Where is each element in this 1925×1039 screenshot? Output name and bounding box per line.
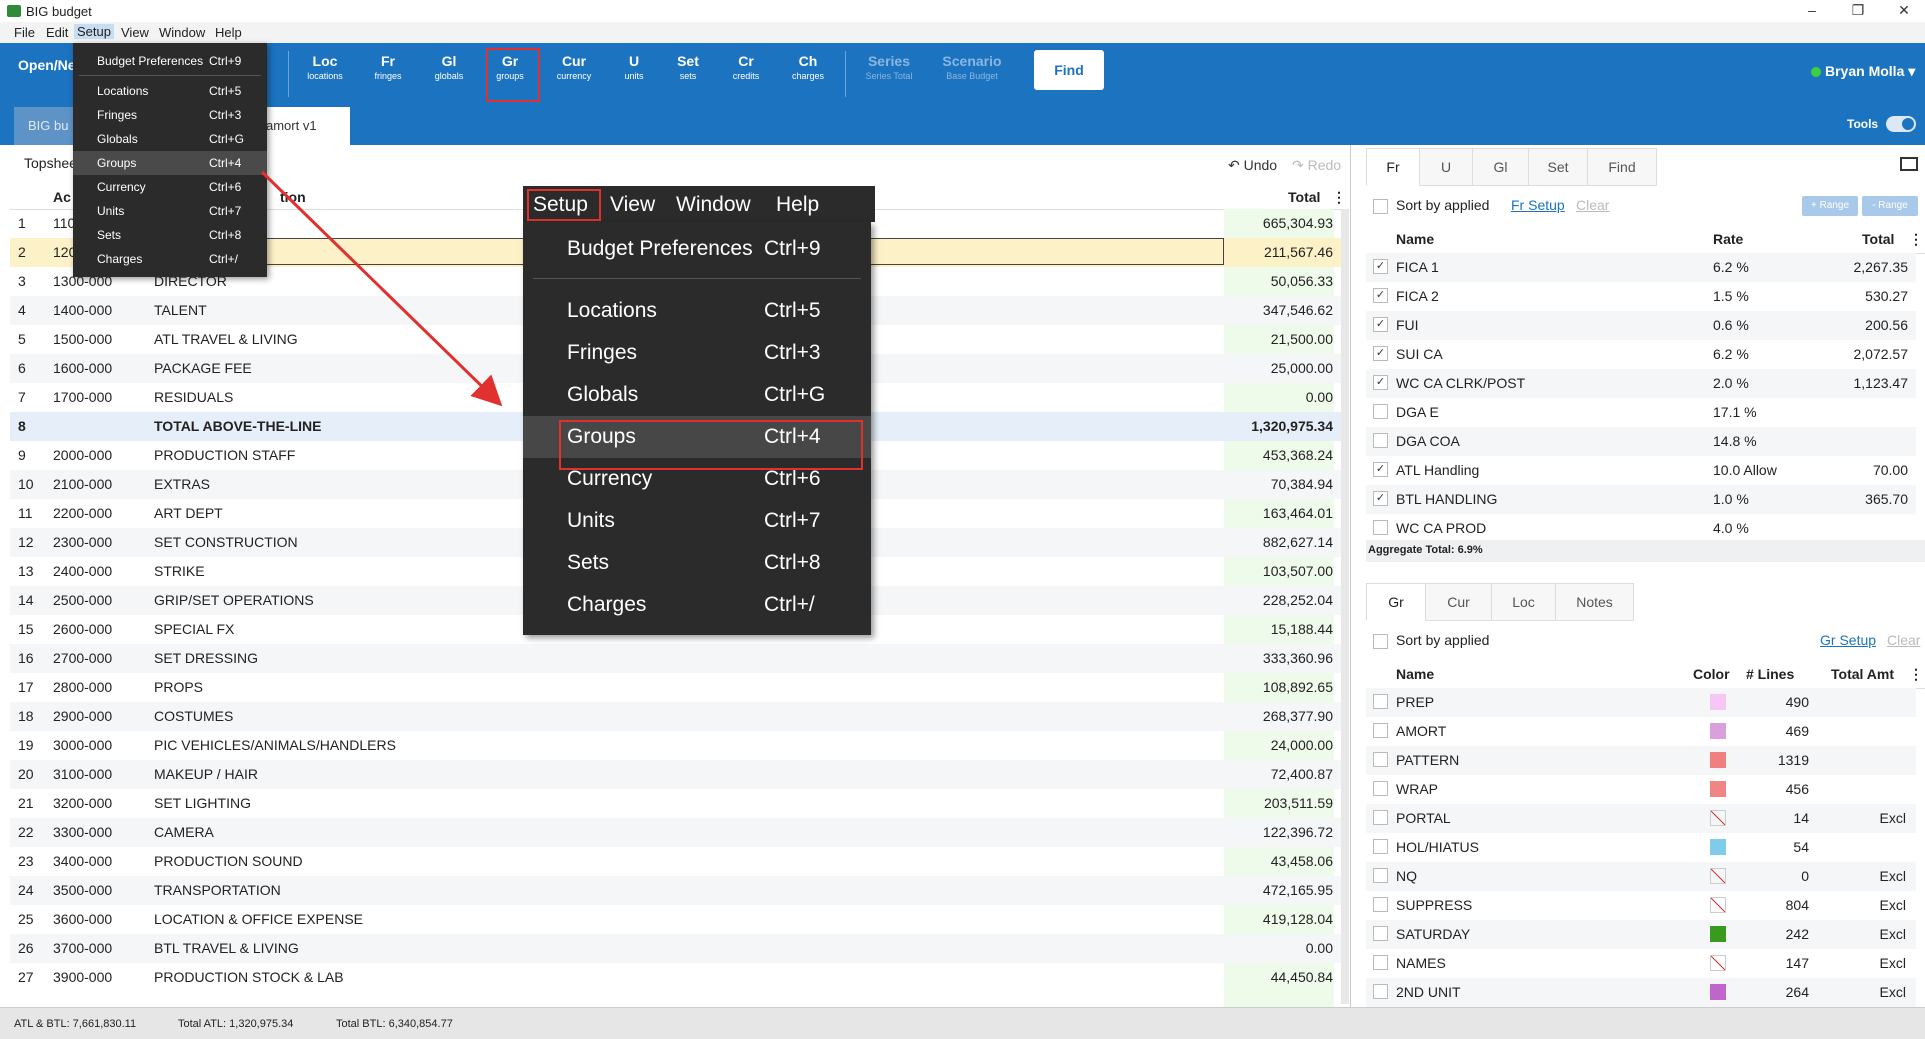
- callout-arrow: [260, 170, 503, 407]
- arrow-line: [260, 170, 503, 407]
